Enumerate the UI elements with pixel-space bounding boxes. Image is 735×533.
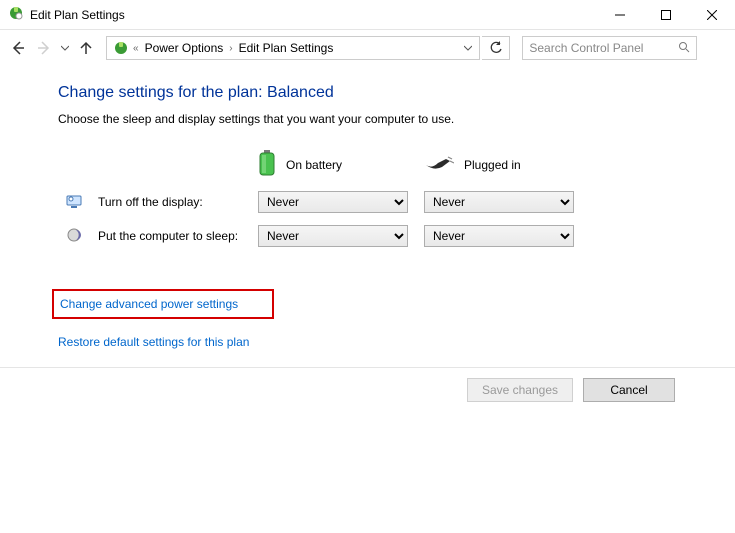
plug-icon <box>424 155 454 174</box>
recent-dropdown[interactable] <box>58 36 72 60</box>
cancel-button[interactable]: Cancel <box>583 378 675 402</box>
row-sleep: Put the computer to sleep: Never Never <box>58 219 582 253</box>
row-sleep-label: Put the computer to sleep: <box>90 219 250 253</box>
breadcrumb[interactable]: « Power Options › Edit Plan Settings <box>106 36 480 60</box>
close-button[interactable] <box>689 0 735 30</box>
maximize-button[interactable] <box>643 0 689 30</box>
minimize-button[interactable] <box>597 0 643 30</box>
nav-row: « Power Options › Edit Plan Settings Sea… <box>0 30 735 66</box>
forward-button <box>32 36 56 60</box>
chevron-icon[interactable]: « <box>131 43 141 54</box>
search-input[interactable]: Search Control Panel <box>522 36 697 60</box>
search-icon <box>678 41 690 56</box>
link-advanced-settings[interactable]: Change advanced power settings <box>52 289 274 319</box>
header-row: On battery Plugged in <box>58 144 582 185</box>
button-row: Save changes Cancel <box>0 368 735 402</box>
breadcrumb-item-power-options[interactable]: Power Options <box>141 37 228 59</box>
location-icon <box>111 40 131 56</box>
column-battery-label: On battery <box>286 158 342 172</box>
app-icon <box>8 5 24 24</box>
settings-table: On battery Plugged in <box>58 144 582 253</box>
page-description: Choose the sleep and display settings th… <box>58 112 650 126</box>
content: Change settings for the plan: Balanced C… <box>0 66 650 402</box>
window-title: Edit Plan Settings <box>30 8 125 22</box>
save-button: Save changes <box>467 378 573 402</box>
sleep-battery-select[interactable]: Never <box>258 225 408 247</box>
display-battery-select[interactable]: Never <box>258 191 408 213</box>
page-heading: Change settings for the plan: Balanced <box>58 84 650 102</box>
link-restore-defaults[interactable]: Restore default settings for this plan <box>58 335 249 349</box>
column-plugged-label: Plugged in <box>464 158 521 172</box>
up-button[interactable] <box>74 36 98 60</box>
battery-icon <box>258 150 276 179</box>
breadcrumb-dropdown[interactable] <box>457 37 479 59</box>
row-display-label: Turn off the display: <box>90 185 250 219</box>
row-display: Turn off the display: Never Never <box>58 185 582 219</box>
search-placeholder: Search Control Panel <box>529 41 643 55</box>
refresh-button[interactable] <box>482 36 510 60</box>
chevron-right-icon: › <box>227 43 234 54</box>
display-plugged-select[interactable]: Never <box>424 191 574 213</box>
display-icon <box>66 198 82 212</box>
sleep-icon <box>66 232 82 246</box>
sleep-plugged-select[interactable]: Never <box>424 225 574 247</box>
back-button[interactable] <box>6 36 30 60</box>
breadcrumb-item-edit-plan[interactable]: Edit Plan Settings <box>235 37 338 59</box>
titlebar: Edit Plan Settings <box>0 0 735 30</box>
